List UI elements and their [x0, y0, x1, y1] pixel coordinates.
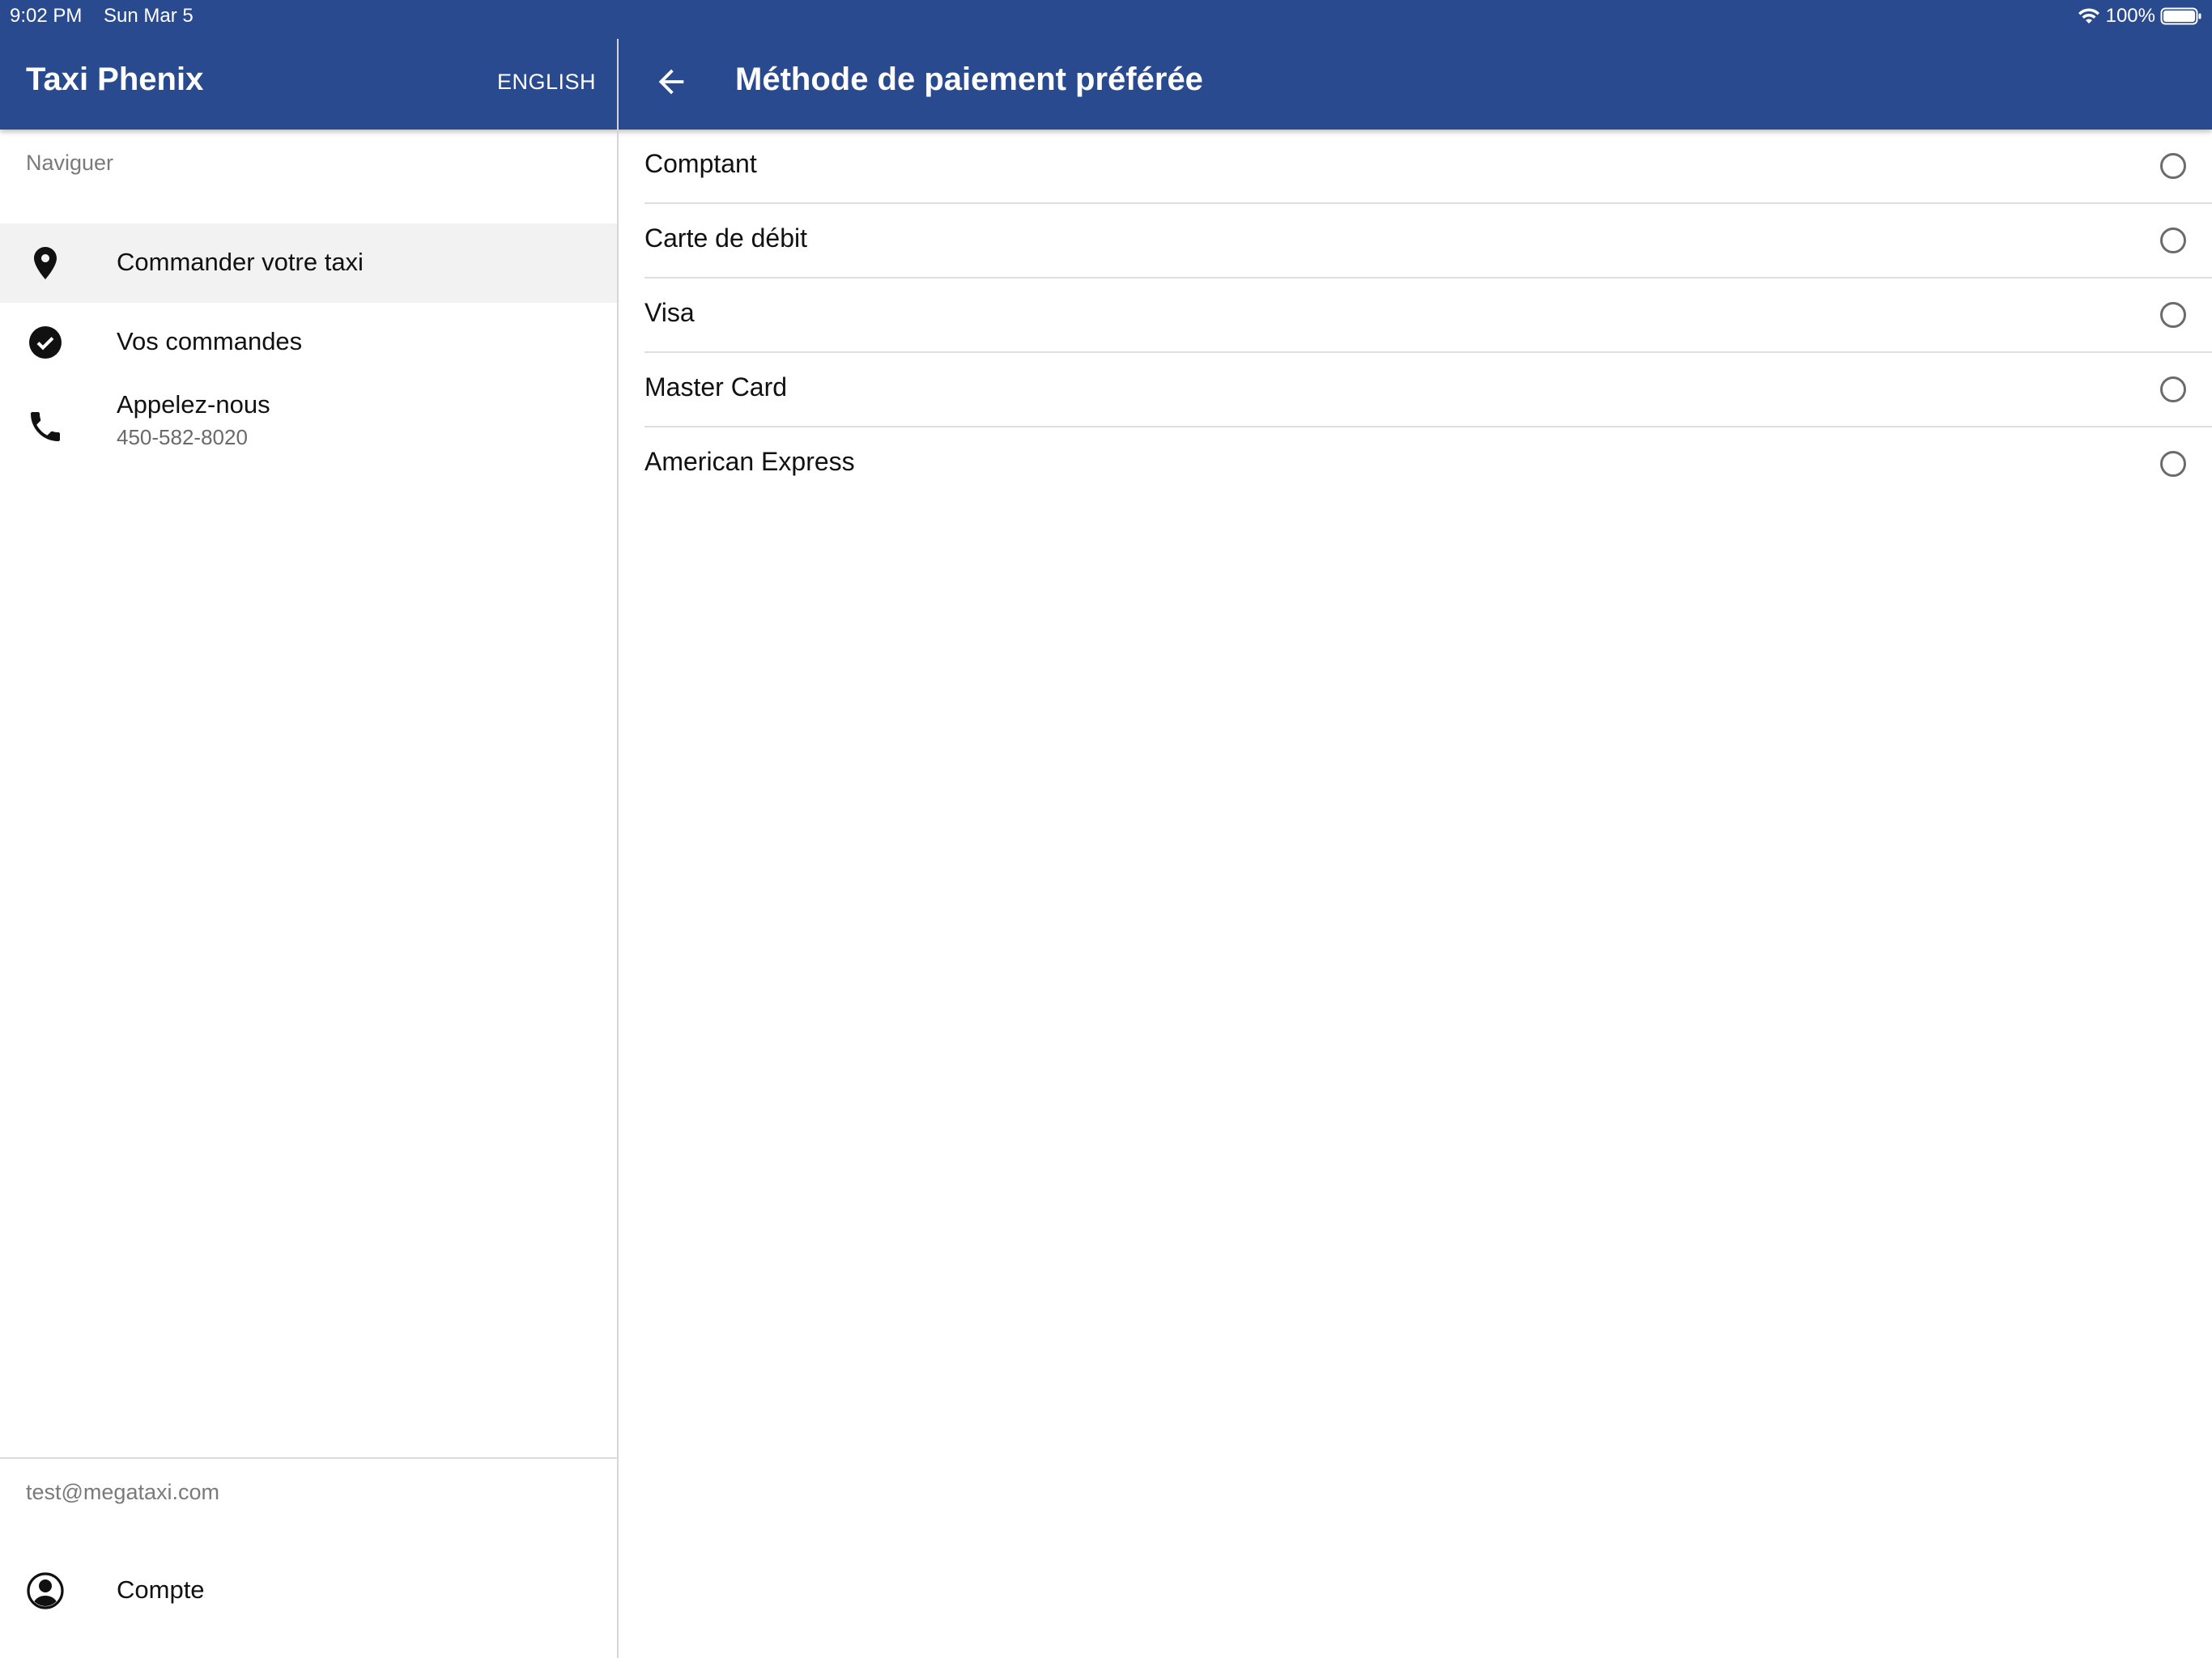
split-divider: [617, 39, 619, 1658]
payment-method-list: Comptant Carte de débit Visa Master Card…: [619, 130, 2212, 1658]
nav-section-header: Naviguer: [26, 151, 114, 175]
payment-option-row[interactable]: Master Card: [619, 353, 2212, 427]
radio-button[interactable]: [2160, 227, 2186, 253]
payment-option-row[interactable]: Visa: [619, 278, 2212, 353]
payment-option-label: Visa: [644, 298, 695, 327]
radio-button[interactable]: [2160, 153, 2186, 179]
location-pin-icon: [34, 247, 57, 279]
payment-option-label: Comptant: [644, 149, 757, 178]
wifi-icon: [2078, 8, 2099, 23]
nav-item-label: Commander votre taxi: [117, 248, 364, 276]
drawer-appbar: Taxi Phenix ENGLISH: [0, 39, 617, 130]
nav-item-label: Vos commandes: [117, 327, 303, 355]
navigation-drawer: Naviguer Commander votre taxi Vos comman…: [0, 130, 617, 1658]
payment-option-label: Master Card: [644, 372, 788, 402]
nav-item-account[interactable]: Compte: [0, 1551, 617, 1630]
account-circle-icon: [27, 1572, 64, 1609]
battery-icon: [2160, 7, 2201, 25]
app-root: 9:02 PM Sun Mar 5 100% Taxi Phenix ENGLI…: [0, 0, 2212, 1658]
payment-option-row[interactable]: Carte de débit: [619, 204, 2212, 278]
radio-button[interactable]: [2160, 451, 2186, 477]
phone-icon: [31, 412, 60, 441]
account-email: test@megataxi.com: [26, 1480, 219, 1504]
nav-item-label: Appelez-nous: [117, 390, 270, 419]
content-appbar: Méthode de paiement préférée: [619, 39, 2212, 130]
payment-option-row[interactable]: American Express: [619, 427, 2212, 502]
arrow-back-icon[interactable]: [653, 63, 690, 100]
radio-button[interactable]: [2160, 376, 2186, 402]
status-indicators: 100%: [2077, 5, 2202, 28]
nav-item-orders[interactable]: Vos commandes: [0, 303, 617, 382]
app-title: Taxi Phenix: [26, 62, 204, 97]
check-circle-icon: [29, 326, 62, 359]
payment-option-label: Carte de débit: [644, 223, 808, 253]
nav-item-order-taxi[interactable]: Commander votre taxi: [0, 223, 617, 303]
payment-option-row[interactable]: Comptant: [619, 130, 2212, 204]
battery-percent: 100%: [2105, 5, 2155, 27]
drawer-footer-divider: [0, 1457, 617, 1459]
status-date: Sun Mar 5: [104, 5, 194, 27]
language-button[interactable]: ENGLISH: [497, 70, 596, 95]
radio-button[interactable]: [2160, 302, 2186, 328]
nav-item-call-us[interactable]: Appelez-nous 450-582-8020: [0, 382, 617, 471]
phone-number: 450-582-8020: [117, 425, 248, 449]
status-time: 9:02 PM: [10, 5, 83, 27]
page-title: Méthode de paiement préférée: [735, 62, 1203, 97]
header-bar: 9:02 PM Sun Mar 5 100% Taxi Phenix ENGLI…: [0, 0, 2212, 130]
status-bar: 9:02 PM Sun Mar 5 100%: [0, 0, 2212, 32]
nav-item-label: Compte: [117, 1575, 205, 1604]
payment-option-label: American Express: [644, 447, 855, 476]
